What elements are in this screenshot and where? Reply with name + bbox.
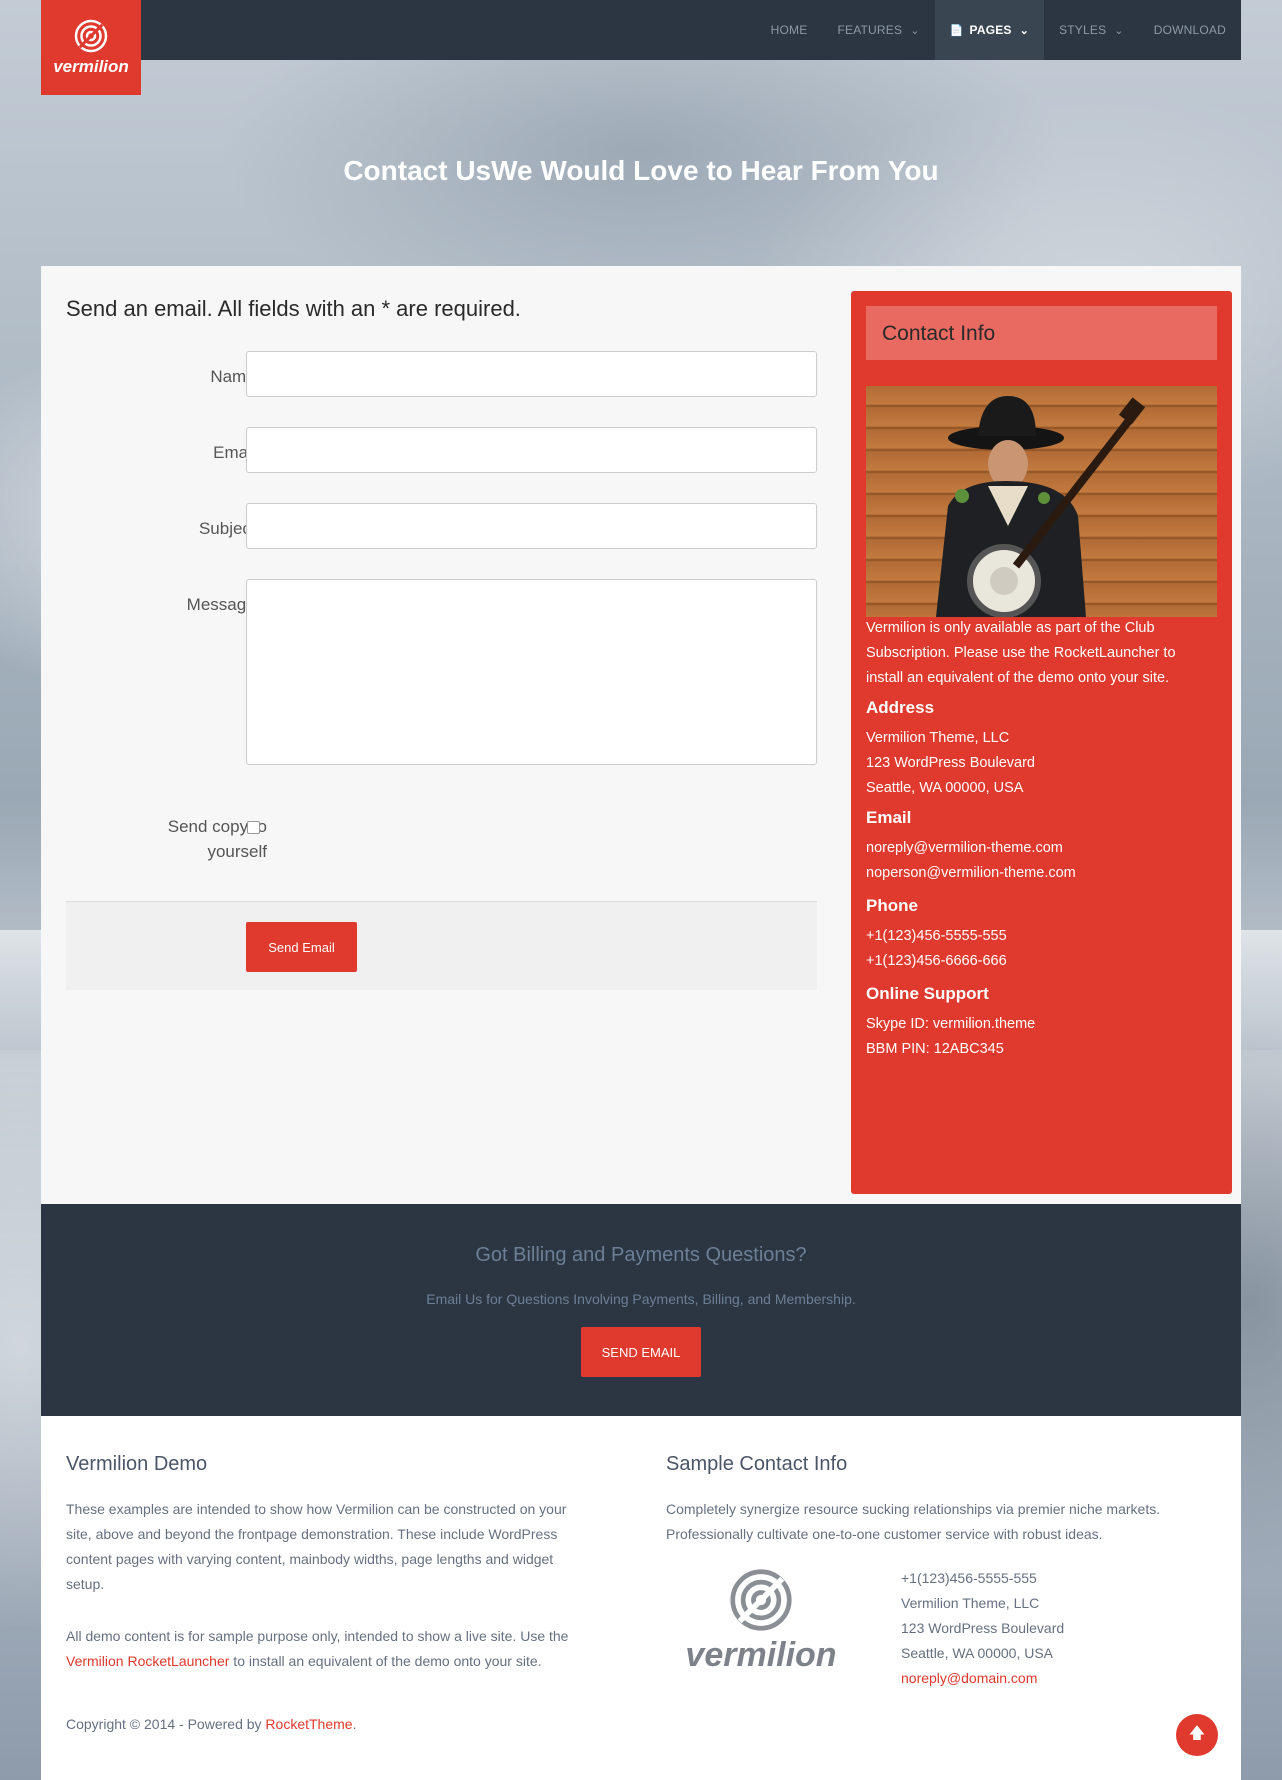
sample-street: 123 WordPress Boulevard bbox=[901, 1620, 1065, 1636]
nav-pages[interactable]: 📄 PAGES ⌄ bbox=[934, 0, 1045, 60]
nav-styles-label: STYLES bbox=[1059, 23, 1107, 37]
email-input[interactable] bbox=[246, 427, 817, 473]
send-copy-checkbox[interactable] bbox=[247, 821, 260, 834]
sample-company: Vermilion Theme, LLC bbox=[901, 1595, 1040, 1611]
banjo-player-photo bbox=[866, 386, 1217, 617]
demo-paragraph-2: All demo content is for sample purpose o… bbox=[66, 1624, 606, 1674]
nav-download[interactable]: DOWNLOAD bbox=[1139, 0, 1241, 60]
subject-input[interactable] bbox=[246, 503, 817, 549]
sample-city: Seattle, WA 00000, USA bbox=[901, 1645, 1054, 1661]
photo-illustration bbox=[936, 396, 1146, 617]
email-block: noreply@vermilion-theme.com noperson@ver… bbox=[866, 836, 1217, 886]
copy-label: Send copy to yourself bbox=[77, 814, 267, 864]
message-textarea[interactable] bbox=[246, 579, 817, 765]
sample-p-line-2: Professionally cultivate one-to-one cust… bbox=[666, 1526, 1103, 1542]
main-content: Send an email. All fields with an * are … bbox=[41, 266, 1241, 1204]
nav-home[interactable]: HOME bbox=[756, 0, 823, 60]
demo-title: Vermilion Demo bbox=[66, 1453, 208, 1475]
document-icon: 📄 bbox=[949, 24, 964, 37]
contact-info-title: Contact Info bbox=[866, 306, 1217, 360]
arrow-up-icon: 🡅 bbox=[1188, 1724, 1206, 1742]
contact-intro-line-3: install an equivalent of the demo onto y… bbox=[866, 670, 1170, 686]
nav-features[interactable]: FEATURES ⌄ bbox=[822, 0, 934, 60]
footer: Vermilion Demo These examples are intend… bbox=[41, 1416, 1241, 1780]
top-navbar: HOME FEATURES ⌄ 📄 PAGES ⌄ STYLES ⌄ DOWNLOAD bbox=[41, 0, 1241, 60]
demo-paragraph-1: These examples are intended to show how … bbox=[66, 1497, 606, 1597]
billing-title: Got Billing and Payments Questions? bbox=[475, 1244, 807, 1266]
footer-logo: vermilion bbox=[681, 1568, 841, 1673]
sample-contact-paragraph: Completely synergize resource sucking re… bbox=[666, 1497, 1226, 1547]
rockettheme-link[interactable]: RocketTheme bbox=[265, 1716, 352, 1732]
sample-address-block: +1(123)456-5555-555 Vermilion Theme, LLC… bbox=[901, 1566, 1201, 1691]
contact-intro-line-1: Vermilion is only available as part of t… bbox=[866, 620, 1155, 636]
site-logo[interactable]: vermilion bbox=[41, 0, 141, 95]
chevron-down-icon: ⌄ bbox=[1114, 24, 1124, 37]
sample-phone: +1(123)456-5555-555 bbox=[901, 1570, 1037, 1586]
copyright-end: . bbox=[352, 1716, 357, 1732]
bbm-line: BBM PIN: 12ABC345 bbox=[866, 1041, 1004, 1057]
contact-info-box: Contact Info Vermilion is only available… bbox=[851, 291, 1232, 1194]
demo-p1-line-1: These examples are intended to show how … bbox=[66, 1501, 567, 1517]
footer-logo-text: vermilion bbox=[685, 1636, 837, 1674]
phone-line-1: +1(123)456-5555-555 bbox=[866, 928, 1007, 944]
vermilion-logo-icon bbox=[730, 1569, 792, 1631]
demo-p1-line-4: setup. bbox=[66, 1576, 105, 1592]
demo-p2-line-1: All demo content is for sample purpose o… bbox=[66, 1628, 569, 1644]
address-line-3: Seattle, WA 00000, USA bbox=[866, 780, 1024, 796]
address-block: Vermilion Theme, LLC 123 WordPress Boule… bbox=[866, 726, 1217, 801]
back-to-top-button[interactable]: 🡅 bbox=[1176, 1714, 1218, 1756]
demo-p1-line-2: site, above and beyond the frontpage dem… bbox=[66, 1526, 558, 1542]
nav-pages-label: PAGES bbox=[969, 23, 1012, 37]
form-actions: Send Email bbox=[66, 901, 817, 990]
page-title: Contact UsWe Would Love to Hear From You bbox=[343, 155, 939, 186]
copy-label-line-2: yourself bbox=[207, 842, 267, 861]
nav-download-label: DOWNLOAD bbox=[1153, 23, 1226, 37]
billing-send-email-button[interactable]: SEND EMAIL bbox=[581, 1327, 701, 1377]
phone-heading: Phone bbox=[866, 896, 918, 915]
sample-p-line-1: Completely synergize resource sucking re… bbox=[666, 1501, 1161, 1517]
chevron-down-icon: ⌄ bbox=[910, 24, 920, 37]
nav-features-label: FEATURES bbox=[837, 23, 903, 37]
email-label: Email * bbox=[213, 443, 267, 462]
support-heading: Online Support bbox=[866, 984, 989, 1003]
contact-intro-line-2: Subscription. Please use the RocketLaunc… bbox=[866, 645, 1176, 661]
sample-contact-title: Sample Contact Info bbox=[666, 1453, 848, 1475]
demo-p2-line-2-text: to install an equivalent of the demo ont… bbox=[229, 1653, 542, 1669]
name-label: Name * bbox=[210, 367, 267, 386]
skype-line: Skype ID: vermilion.theme bbox=[866, 1016, 1036, 1032]
billing-subtitle: Email Us for Questions Involving Payment… bbox=[426, 1291, 856, 1307]
email-line-2[interactable]: noperson@vermilion-theme.com bbox=[866, 861, 1217, 886]
nav-styles[interactable]: STYLES ⌄ bbox=[1044, 0, 1139, 60]
name-input[interactable] bbox=[246, 351, 817, 397]
email-line-1[interactable]: noreply@vermilion-theme.com bbox=[866, 836, 1217, 861]
contact-intro: Vermilion is only available as part of t… bbox=[866, 616, 1217, 691]
copyright: Copyright © 2014 - Powered by RocketThem… bbox=[66, 1712, 666, 1737]
nav-home-label: HOME bbox=[770, 23, 808, 37]
address-line-2: 123 WordPress Boulevard bbox=[866, 755, 1035, 771]
subject-label: Subject * bbox=[198, 519, 267, 538]
main-nav: HOME FEATURES ⌄ 📄 PAGES ⌄ STYLES ⌄ DOWNLOAD bbox=[756, 0, 1241, 60]
address-heading: Address bbox=[866, 698, 935, 717]
address-line-1: Vermilion Theme, LLC bbox=[866, 730, 1010, 746]
demo-p1-line-3: content pages with varying content, main… bbox=[66, 1551, 554, 1567]
demo-p2-line-2: Vermilion RocketLauncher to install an e… bbox=[66, 1649, 606, 1674]
phone-block: +1(123)456-5555-555 +1(123)456-6666-666 bbox=[866, 924, 1217, 974]
send-email-button[interactable]: Send Email bbox=[246, 922, 357, 972]
form-heading: Send an email. All fields with an * are … bbox=[66, 296, 521, 321]
message-label: Message * bbox=[186, 595, 267, 614]
email-heading: Email bbox=[866, 808, 912, 827]
support-block: Skype ID: vermilion.theme BBM PIN: 12ABC… bbox=[866, 1012, 1217, 1062]
phone-line-2: +1(123)456-6666-666 bbox=[866, 953, 1007, 969]
sample-email-link[interactable]: noreply@domain.com bbox=[901, 1666, 1201, 1691]
vermilion-logo-icon bbox=[74, 19, 108, 52]
rocketlauncher-link[interactable]: Vermilion RocketLauncher bbox=[66, 1653, 229, 1669]
chevron-down-icon: ⌄ bbox=[1019, 24, 1030, 37]
logo-text: vermilion bbox=[53, 56, 129, 76]
billing-section: Got Billing and Payments Questions? Emai… bbox=[41, 1204, 1241, 1416]
copyright-text: Copyright © 2014 - Powered by bbox=[66, 1716, 266, 1732]
